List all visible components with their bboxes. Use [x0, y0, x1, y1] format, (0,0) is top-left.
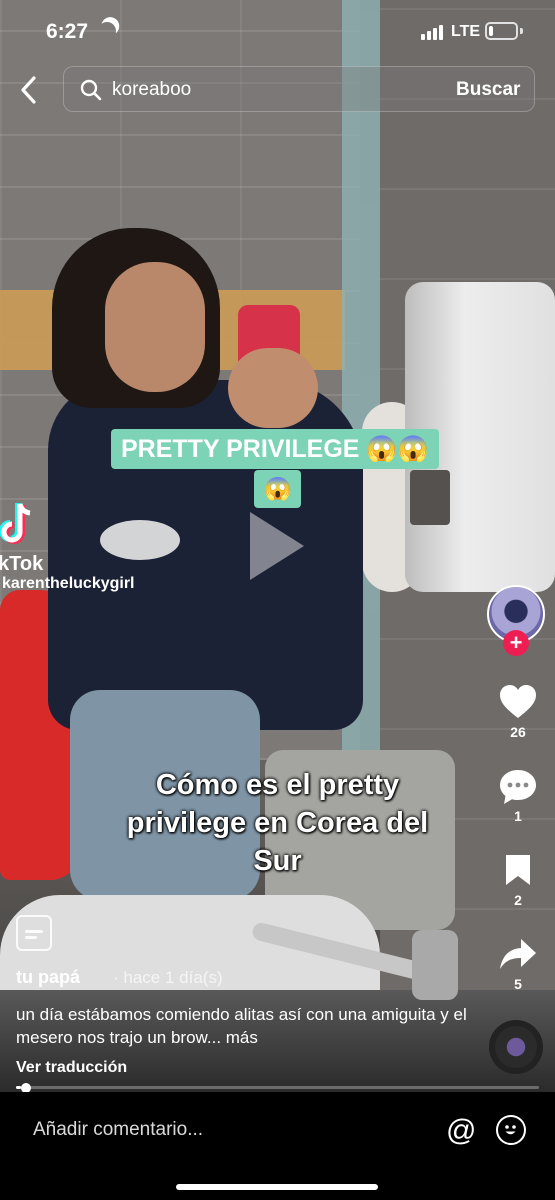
comment-bubble-icon[interactable] — [498, 768, 538, 806]
save-count: 2 — [514, 892, 522, 908]
bookmark-icon[interactable] — [504, 853, 532, 887]
battery-icon — [485, 22, 518, 40]
video-caption: Cómo es el pretty privilege en Corea del… — [126, 769, 429, 877]
share-count: 5 — [514, 976, 522, 992]
mention-at-icon[interactable]: @ — [446, 1114, 476, 1148]
emoji-face-glyph — [505, 1125, 516, 1135]
video-progress-bar[interactable] — [16, 1083, 539, 1093]
video-frame-hand — [228, 348, 318, 428]
video-frame-faucet-base — [412, 930, 458, 1000]
add-comment-input[interactable]: Añadir comentario... — [33, 1119, 203, 1141]
see-translation-link[interactable]: Ver traducción — [16, 1059, 127, 1077]
battery-level — [489, 26, 493, 36]
chevron-left-icon — [21, 76, 36, 104]
post-description[interactable]: un día estábamos comiendo alitas así con… — [16, 1003, 486, 1049]
tiktok-watermark-text: kTok — [0, 553, 44, 575]
status-time: 6:27 — [46, 20, 89, 43]
search-query-text[interactable]: koreaboo — [112, 79, 191, 101]
author-name[interactable]: tu papá — [16, 967, 80, 988]
battery-cap — [520, 28, 523, 34]
network-type: LTE — [451, 23, 481, 40]
like-heart-icon[interactable] — [499, 684, 537, 720]
search-button[interactable]: Buscar — [456, 79, 520, 101]
share-arrow-icon[interactable] — [499, 937, 537, 971]
tiktok-watermark-handle: karentheluckygirl — [2, 575, 135, 592]
text-sticker-line-1: PRETTY PRIVILEGE 😱😱 — [111, 429, 439, 469]
comment-count: 1 — [514, 808, 522, 824]
text-sticker-line-2: 😱 — [254, 470, 302, 508]
tiktok-logo-icon — [0, 503, 31, 544]
cellular-signal-icon — [421, 24, 447, 40]
video-frame-sweater-logo — [100, 520, 180, 560]
play-icon[interactable] — [250, 512, 304, 580]
home-indicator — [176, 1184, 378, 1190]
video-frame-dispenser-slot — [410, 470, 450, 525]
back-button[interactable] — [14, 72, 46, 108]
closed-captions-icon[interactable] — [16, 915, 52, 951]
music-disc-icon[interactable] — [489, 1020, 543, 1074]
emoji-icon[interactable] — [496, 1115, 526, 1145]
like-count: 26 — [510, 724, 526, 740]
post-time-ago: · hace 1 día(s) — [113, 968, 223, 987]
follow-plus-button[interactable]: + — [503, 630, 529, 656]
search-icon — [80, 79, 102, 101]
video-frame-person-face — [105, 262, 205, 392]
